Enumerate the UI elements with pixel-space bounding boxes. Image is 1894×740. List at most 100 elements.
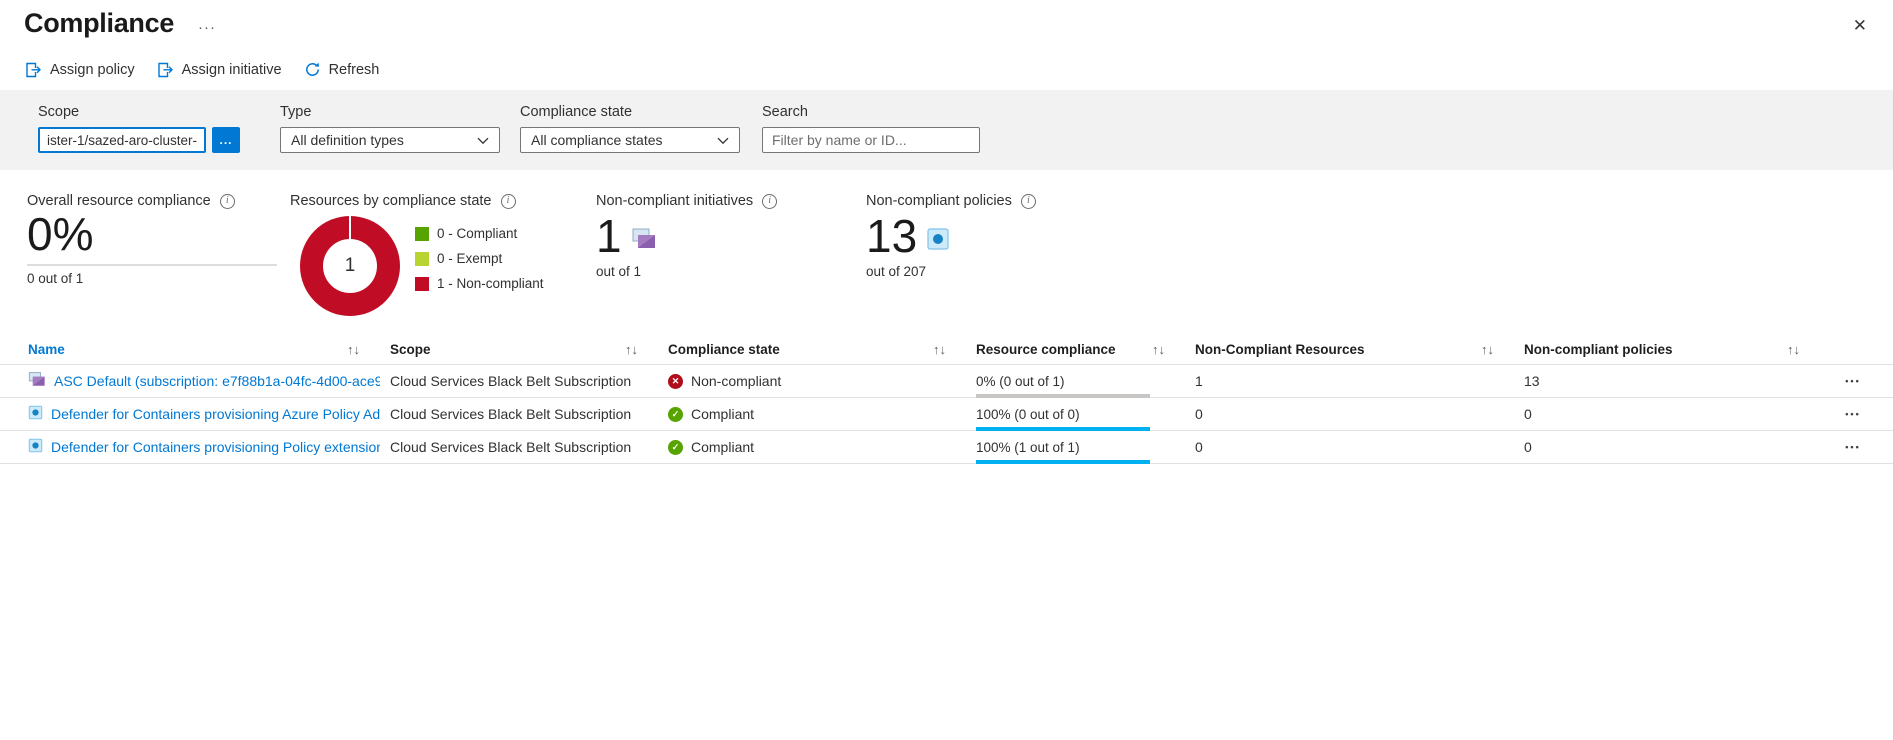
column-header-name[interactable]: Name ↑↓ <box>28 342 390 357</box>
info-icon[interactable]: i <box>220 194 235 209</box>
resources-by-state-stat: Resources by compliance state i 1 0 - Co… <box>290 193 596 316</box>
state-icon: ✓ <box>668 407 683 422</box>
resources-by-state-title: Resources by compliance state <box>290 193 492 209</box>
assign-initiative-icon <box>157 62 174 78</box>
compliance-state-label: Compliance state <box>520 104 740 120</box>
table-row: Defender for Containers provisioning Pol… <box>0 431 1893 464</box>
refresh-icon <box>304 61 321 78</box>
policy-icon <box>926 227 950 263</box>
non-compliant-initiatives-stat: Non-compliant initiatives i 1 out of 1 <box>596 193 866 316</box>
compliance-state-field: Compliance state All compliance states <box>520 104 740 153</box>
column-header-non-compliant-policies[interactable]: Non-compliant policies ↑↓ <box>1524 342 1830 357</box>
row-ncp: 0 <box>1524 439 1830 455</box>
refresh-button[interactable]: Refresh <box>304 61 380 78</box>
row-ncp: 0 <box>1524 406 1830 422</box>
row-state-label: Non-compliant <box>691 373 781 389</box>
overall-compliance-stat: Overall resource compliance i 0% 0 out o… <box>27 193 290 316</box>
initiative-icon <box>631 227 657 263</box>
donut-legend: 0 - Compliant 0 - Exempt 1 - Non-complia… <box>415 226 544 316</box>
scope-browse-button[interactable]: ... <box>212 127 240 153</box>
info-icon[interactable]: i <box>1021 194 1036 209</box>
sort-icon[interactable]: ↑↓ <box>1481 342 1494 357</box>
overall-compliance-title: Overall resource compliance <box>27 193 211 209</box>
non-compliant-initiatives-title: Non-compliant initiatives <box>596 193 753 209</box>
column-header-label: Non-compliant policies <box>1524 342 1673 357</box>
assign-initiative-button[interactable]: Assign initiative <box>157 62 282 78</box>
search-input[interactable] <box>762 127 980 153</box>
non-compliant-policies-stat: Non-compliant policies i 13 out of 207 <box>866 193 1036 316</box>
row-state-label: Compliant <box>691 439 754 455</box>
row-context-menu-icon[interactable]: ••• <box>1830 407 1876 421</box>
refresh-label: Refresh <box>329 62 380 78</box>
sort-icon[interactable]: ↑↓ <box>933 342 946 357</box>
column-header-label: Resource compliance <box>976 342 1116 357</box>
column-header-scope[interactable]: Scope ↑↓ <box>390 342 668 357</box>
compliance-bar-fill <box>976 460 1150 464</box>
column-header-label: Non-Compliant Resources <box>1195 342 1365 357</box>
search-label: Search <box>762 104 980 120</box>
donut-center-value: 1 <box>323 239 377 293</box>
legend-label: 1 - Non-compliant <box>437 276 544 291</box>
legend-swatch-compliant <box>415 227 429 241</box>
overall-compliance-value: 0% <box>27 209 290 261</box>
row-name-link[interactable]: Defender for Containers provisioning Azu… <box>51 406 380 422</box>
compliance-donut-chart[interactable]: 1 <box>300 216 400 316</box>
title-more-menu-icon[interactable]: ··· <box>198 20 216 35</box>
row-state-label: Compliant <box>691 406 754 422</box>
row-compliance-text: 0% (0 out of 1) <box>976 373 1185 391</box>
assign-policy-label: Assign policy <box>50 62 135 78</box>
compliance-state-dropdown[interactable]: All compliance states <box>520 127 740 153</box>
overall-compliance-subtitle: 0 out of 1 <box>27 271 290 286</box>
scope-field: Scope ... <box>38 104 240 153</box>
overall-compliance-bar <box>27 264 277 266</box>
table-header-row: Name ↑↓ Scope ↑↓ Compliance state ↑↓ Res… <box>0 335 1893 365</box>
row-ncr: 1 <box>1195 373 1524 389</box>
row-resource-compliance: 100% (1 out of 1) <box>976 431 1195 464</box>
column-header-non-compliant-resources[interactable]: Non-Compliant Resources ↑↓ <box>1195 342 1524 357</box>
assign-policy-icon <box>25 62 42 78</box>
row-name-link[interactable]: Defender for Containers provisioning Pol… <box>51 439 380 455</box>
row-scope: Cloud Services Black Belt Subscription <box>390 406 668 422</box>
sort-icon[interactable]: ↑↓ <box>1152 342 1165 357</box>
chevron-down-icon <box>717 132 729 148</box>
filter-bar: Scope ... Type All definition types Comp… <box>0 90 1893 170</box>
info-icon[interactable]: i <box>762 194 777 209</box>
page-title: Compliance <box>24 8 174 39</box>
column-header-resource-compliance[interactable]: Resource compliance ↑↓ <box>976 342 1195 357</box>
row-scope: Cloud Services Black Belt Subscription <box>390 373 668 389</box>
row-context-menu-icon[interactable]: ••• <box>1830 374 1876 388</box>
panel-header: Compliance ··· ✕ <box>0 0 1893 39</box>
state-icon: ✕ <box>668 374 683 389</box>
table-body: ASC Default (subscription: e7f88b1a-04fc… <box>0 365 1893 464</box>
legend-swatch-exempt <box>415 252 429 266</box>
sort-icon[interactable]: ↑↓ <box>1787 342 1800 357</box>
compliance-table: Name ↑↓ Scope ↑↓ Compliance state ↑↓ Res… <box>0 335 1893 464</box>
row-ncp: 13 <box>1524 373 1830 389</box>
legend-item: 0 - Compliant <box>415 226 544 241</box>
sort-icon[interactable]: ↑↓ <box>347 342 360 357</box>
scope-label: Scope <box>38 104 240 120</box>
row-compliance-text: 100% (0 out of 0) <box>976 406 1185 424</box>
policy-icon <box>28 438 43 456</box>
sort-icon[interactable]: ↑↓ <box>625 342 638 357</box>
toolbar: Assign policy Assign initiative Refresh <box>0 39 1893 90</box>
legend-swatch-non-compliant <box>415 277 429 291</box>
type-dropdown[interactable]: All definition types <box>280 127 500 153</box>
column-header-compliance-state[interactable]: Compliance state ↑↓ <box>668 342 976 357</box>
legend-label: 0 - Exempt <box>437 251 502 266</box>
scope-input[interactable] <box>38 127 206 153</box>
row-context-menu-icon[interactable]: ••• <box>1830 440 1876 454</box>
type-label: Type <box>280 104 500 120</box>
info-icon[interactable]: i <box>501 194 516 209</box>
table-row: Defender for Containers provisioning Azu… <box>0 398 1893 431</box>
close-icon[interactable]: ✕ <box>1843 14 1877 38</box>
assign-policy-button[interactable]: Assign policy <box>25 62 135 78</box>
non-compliant-initiatives-value: 1 <box>596 211 622 263</box>
column-header-label: Name <box>28 342 65 357</box>
compliance-bar <box>976 460 1150 464</box>
policy-icon <box>28 405 43 423</box>
stats-section: Overall resource compliance i 0% 0 out o… <box>0 170 1893 316</box>
row-name-link[interactable]: ASC Default (subscription: e7f88b1a-04fc… <box>54 373 380 389</box>
row-ncr: 0 <box>1195 406 1524 422</box>
row-ncr: 0 <box>1195 439 1524 455</box>
